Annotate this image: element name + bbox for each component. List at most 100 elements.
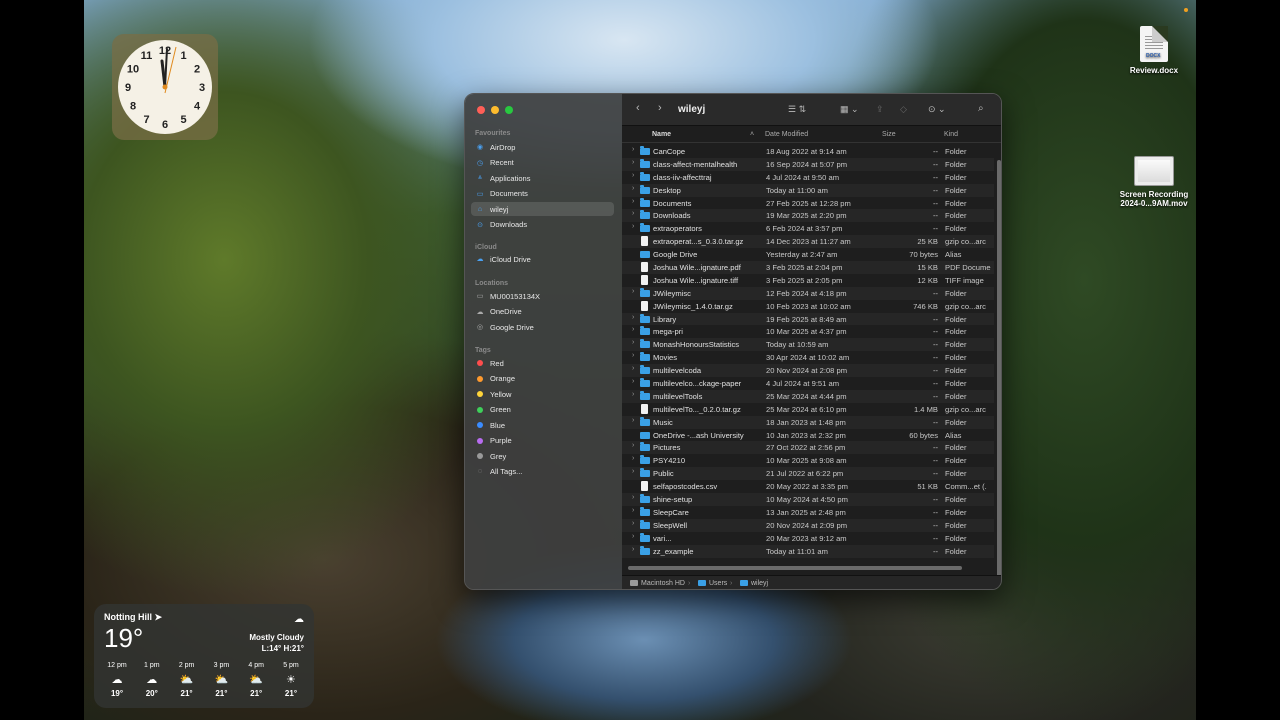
table-row[interactable]: › class-affect-mentalhealth 16 Sep 2024 at… — [622, 157, 994, 171]
table-row[interactable]: JWileymisc_1.4.0.tar.gz 10 Feb 2023 at 10… — [622, 300, 994, 313]
table-row[interactable]: › SleepWell 20 Nov 2024 at 2:09 pm -- Folder — [622, 518, 994, 532]
disclosure-chevron-icon[interactable]: › — [632, 172, 634, 179]
share-icon[interactable]: ⇪ — [876, 104, 884, 115]
table-row[interactable]: › SleepCare 13 Jan 2025 at 2:48 pm -- Folder — [622, 506, 994, 519]
sidebar-item-location[interactable]: ▭ MU00153134X — [471, 289, 614, 303]
disclosure-chevron-icon[interactable]: › — [632, 442, 634, 449]
table-row[interactable]: › CanCope 18 Aug 2022 at 9:14 am -- Folder — [622, 145, 994, 158]
sidebar-item-tag[interactable]: Yellow — [471, 387, 614, 401]
disclosure-chevron-icon[interactable]: › — [632, 159, 634, 166]
table-row[interactable]: › Movies 30 Apr 2024 at 10:02 am -- Folder — [622, 351, 994, 364]
desktop-file-review[interactable]: DOCX Review.docx — [1104, 26, 1196, 75]
table-row[interactable]: › PSY4210 10 Mar 2025 at 9:08 am -- Folder — [622, 454, 994, 467]
table-row[interactable]: OneDrive -...ash University 10 Jan 2023 a… — [622, 429, 994, 442]
disclosure-chevron-icon[interactable]: › — [632, 365, 634, 372]
file-date: Yesterday at 2:47 am — [766, 250, 838, 260]
table-row[interactable]: selfapostcodes.csv 20 May 2022 at 3:35 pm… — [622, 480, 994, 493]
table-row[interactable]: › Library 19 Feb 2025 at 8:49 am -- Folder — [622, 312, 994, 326]
sidebar-item-tag[interactable]: Green — [471, 403, 614, 417]
group-icon[interactable]: ▦ ⌄ — [840, 104, 859, 115]
table-row[interactable]: extraoperat...s_0.3.0.tar.gz 14 Dec 2023 … — [622, 235, 994, 249]
disclosure-chevron-icon[interactable]: › — [632, 520, 634, 527]
sidebar-item-wileyj[interactable]: ⌂ wileyj — [471, 202, 614, 216]
horizontal-scrollbar[interactable] — [628, 566, 962, 570]
sidebar-item-icloud-drive[interactable]: ☁ iCloud Drive — [471, 252, 614, 266]
table-row[interactable]: › multilevelco...ckage-paper 4 Jul 2024 at… — [622, 377, 994, 390]
disclosure-chevron-icon[interactable]: › — [632, 494, 634, 501]
disclosure-chevron-icon[interactable]: › — [632, 546, 634, 553]
table-row[interactable]: › Downloads 19 Mar 2025 at 2:20 pm -- Folder — [622, 209, 994, 223]
table-row[interactable]: › Desktop Today at 11:00 am -- Folder — [622, 183, 994, 197]
sidebar-item-documents[interactable]: ▭ Documents — [471, 187, 614, 201]
table-row[interactable]: Joshua Wile...ignature.pdf 3 Feb 2025 at … — [622, 261, 994, 274]
zoom-button[interactable] — [505, 106, 513, 114]
tag-icon[interactable]: ◇ — [900, 104, 907, 115]
disclosure-chevron-icon[interactable]: › — [632, 468, 634, 475]
disclosure-chevron-icon[interactable]: › — [632, 339, 634, 346]
path-macintosh-hd[interactable]: Macintosh HD — [630, 580, 685, 587]
sidebar-item-tag[interactable]: Red — [471, 356, 614, 370]
table-row[interactable]: › extraoperators 6 Feb 2024 at 3:57 pm -- Fo… — [622, 222, 994, 235]
back-icon[interactable]: ‹ — [636, 102, 640, 114]
sidebar-item-applications[interactable]: ⩓ Applications — [471, 171, 614, 185]
disclosure-chevron-icon[interactable]: › — [632, 314, 634, 321]
table-row[interactable]: › mega-pri 10 Mar 2025 at 4:37 pm -- Folder — [622, 325, 994, 338]
disclosure-chevron-icon[interactable]: › — [632, 417, 634, 424]
disclosure-chevron-icon[interactable]: › — [632, 288, 634, 295]
table-row[interactable]: Google Drive Yesterday at 2:47 am 70 bytes… — [622, 248, 994, 261]
path-wileyj[interactable]: wileyj — [740, 580, 768, 587]
table-row[interactable]: › zz_example Today at 11:01 am -- Folder — [622, 544, 994, 558]
disclosure-chevron-icon[interactable]: › — [632, 223, 634, 230]
sidebar-item-tag[interactable]: Orange — [471, 372, 614, 386]
more-actions-icon[interactable]: ⊙ ⌄ — [928, 104, 946, 115]
disclosure-chevron-icon[interactable]: › — [632, 507, 634, 514]
table-row[interactable]: › Documents 27 Feb 2025 at 12:28 pm -- Folde… — [622, 197, 994, 210]
sidebar-item-tag[interactable]: Blue — [471, 418, 614, 432]
column-date[interactable]: Date Modified — [765, 131, 808, 138]
sidebar-item-tag[interactable]: Purple — [471, 434, 614, 448]
table-row[interactable]: Joshua Wile...ignature.tiff 3 Feb 2025 at… — [622, 274, 994, 287]
column-name[interactable]: Name — [652, 131, 671, 138]
disclosure-chevron-icon[interactable]: › — [632, 533, 634, 540]
table-row[interactable]: › Music 18 Jan 2023 at 1:48 pm -- Folder — [622, 415, 994, 429]
sidebar-item-recent[interactable]: ◷ Recent — [471, 156, 614, 170]
column-size[interactable]: Size — [882, 131, 896, 138]
sidebar-item-location[interactable]: ☁ OneDrive — [471, 305, 614, 319]
sidebar-item-airdrop[interactable]: ◉ AirDrop — [471, 140, 614, 154]
table-row[interactable]: multilevelTo..._0.2.0.tar.gz 25 Mar 2024 … — [622, 403, 994, 416]
search-icon[interactable]: ⌕ — [978, 103, 984, 114]
path-users[interactable]: Users — [698, 580, 727, 587]
disclosure-chevron-icon[interactable]: › — [632, 210, 634, 217]
list-view-icon[interactable]: ☰ ⇅ — [788, 104, 806, 115]
vertical-scrollbar[interactable] — [997, 160, 1001, 586]
desktop-file-screen-recording[interactable]: Screen Recording 2024-0...9AM.mov — [1104, 156, 1196, 208]
table-row[interactable]: › vari... 20 Mar 2023 at 9:12 am -- Folder — [622, 532, 994, 545]
column-kind[interactable]: Kind — [944, 131, 958, 138]
table-row[interactable]: › multilevelTools 25 Mar 2024 at 4:44 pm --… — [622, 389, 994, 403]
forward-icon[interactable]: › — [658, 102, 662, 114]
sidebar-item-tag[interactable]: ◌ All Tags... — [471, 465, 614, 479]
disclosure-chevron-icon[interactable]: › — [632, 455, 634, 462]
clock-widget[interactable]: 12 1 2 3 4 5 6 7 8 9 10 11 — [112, 34, 218, 140]
table-row[interactable]: › MonashHonoursStatistics Today at 10:59 a… — [622, 338, 994, 352]
table-row[interactable]: › Public 21 Jul 2022 at 6:22 pm -- Folder — [622, 467, 994, 481]
disclosure-chevron-icon[interactable]: › — [632, 391, 634, 398]
weather-widget[interactable]: Notting Hill ➤ 19° ☁ Mostly Cloudy L:14°… — [94, 604, 314, 708]
disclosure-chevron-icon[interactable]: › — [632, 352, 634, 359]
table-row[interactable]: › shine-setup 10 May 2024 at 4:50 pm -- Fold… — [622, 493, 994, 506]
disclosure-chevron-icon[interactable]: › — [632, 378, 634, 385]
table-row[interactable]: › Pictures 27 Oct 2022 at 2:56 pm -- Folder — [622, 441, 994, 455]
sidebar-item-location[interactable]: ◎ Google Drive — [471, 320, 614, 334]
file-date: 27 Feb 2025 at 12:28 pm — [766, 198, 851, 208]
table-row[interactable]: › JWileymisc 12 Feb 2024 at 4:18 pm -- Folde… — [622, 286, 994, 300]
table-row[interactable]: › class-iiv-affecttraj 4 Jul 2024 at 9:50 … — [622, 171, 994, 184]
close-button[interactable] — [477, 106, 485, 114]
disclosure-chevron-icon[interactable]: › — [632, 326, 634, 333]
sidebar-item-downloads[interactable]: ⊙ Downloads — [471, 218, 614, 232]
disclosure-chevron-icon[interactable]: › — [632, 146, 634, 153]
disclosure-chevron-icon[interactable]: › — [632, 198, 634, 205]
disclosure-chevron-icon[interactable]: › — [632, 185, 634, 192]
sidebar-item-tag[interactable]: Grey — [471, 449, 614, 463]
minimize-button[interactable] — [491, 106, 499, 114]
table-row[interactable]: › multilevelcoda 20 Nov 2024 at 2:08 pm -- F… — [622, 364, 994, 378]
